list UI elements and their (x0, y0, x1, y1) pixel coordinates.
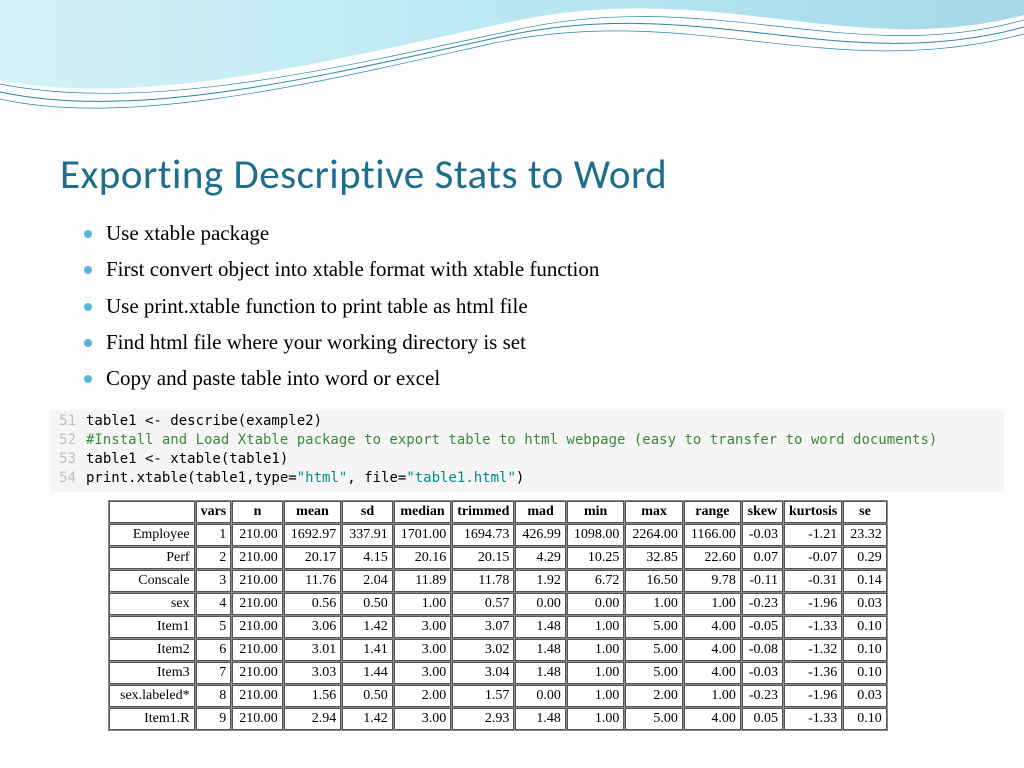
decorative-wave-header (0, 0, 1024, 140)
table-header-row: varsnmean sdmediantrimmed madminmax rang… (109, 501, 887, 523)
list-item: First convert object into xtable format … (84, 256, 984, 283)
bullet-list: Use xtable package First convert object … (84, 220, 984, 392)
list-item: Use print.xtable function to print table… (84, 293, 984, 320)
table-row: Item37210.003.031.443.003.041.481.005.00… (109, 662, 887, 684)
table-row: Item15210.003.061.423.003.071.481.005.00… (109, 616, 887, 638)
slide-title: Exporting Descriptive Stats to Word (60, 150, 984, 200)
code-snippet: 51table1 <- describe(example2) 52#Instal… (50, 410, 1004, 492)
stats-table: varsnmean sdmediantrimmed madminmax rang… (108, 500, 888, 731)
table-row: Item26210.003.011.413.003.021.481.005.00… (109, 639, 887, 661)
list-item: Find html file where your working direct… (84, 329, 984, 356)
table-row: Conscale3210.0011.762.0411.8911.781.926.… (109, 570, 887, 592)
list-item: Use xtable package (84, 220, 984, 247)
table-row: sex.labeled*8210.001.560.502.001.570.001… (109, 685, 887, 707)
table-row: Perf2210.0020.174.1520.1620.154.2910.253… (109, 547, 887, 569)
list-item: Copy and paste table into word or excel (84, 365, 984, 392)
table-row: sex4210.000.560.501.000.570.000.001.001.… (109, 593, 887, 615)
table-row: Employee1210.001692.97337.911701.001694.… (109, 524, 887, 546)
table-row: Item1.R9210.002.941.423.002.931.481.005.… (109, 708, 887, 730)
